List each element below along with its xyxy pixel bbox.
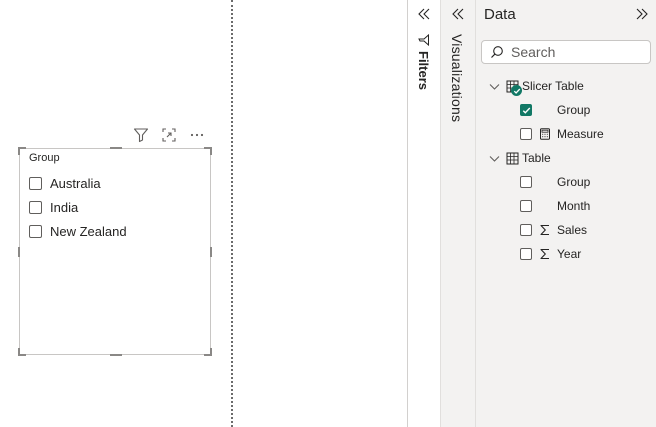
search-icon — [491, 46, 503, 58]
field-checkbox[interactable] — [520, 176, 532, 188]
visualizations-pane-label[interactable]: Visualizations — [449, 34, 465, 122]
field-checkbox[interactable] — [520, 248, 532, 260]
slicer-title: Group — [29, 152, 60, 164]
calculator-icon — [538, 127, 552, 141]
double-chevron-left-icon[interactable] — [415, 6, 433, 22]
in-use-check-icon — [511, 85, 522, 96]
column-field-icon — [538, 175, 552, 189]
table-name: Table — [522, 151, 551, 165]
column-field-icon — [538, 103, 552, 117]
resize-handle-bottom-left[interactable] — [18, 348, 26, 356]
table-node-table[interactable]: Table — [476, 146, 656, 170]
report-canvas[interactable]: Group Australia India New Zealand — [0, 0, 408, 427]
resize-handle-top-right[interactable] — [204, 147, 212, 155]
table-name: Slicer Table — [522, 79, 584, 93]
data-field-tree: Slicer Table Group Measure Table Group M… — [476, 74, 656, 266]
sigma-icon — [538, 247, 552, 261]
field-row-month[interactable]: Month — [476, 194, 656, 218]
resize-handle-top-left[interactable] — [18, 147, 26, 155]
field-row-measure[interactable]: Measure — [476, 122, 656, 146]
slicer-item-list: Australia India New Zealand — [29, 171, 127, 243]
more-options-icon[interactable] — [188, 126, 206, 144]
table-icon — [505, 151, 519, 165]
chevron-down-icon[interactable] — [488, 152, 500, 164]
filters-pane-label[interactable]: Filters — [416, 34, 431, 90]
filter-icon[interactable] — [132, 126, 150, 144]
field-row-year[interactable]: Year — [476, 242, 656, 266]
field-name: Year — [557, 247, 582, 261]
table-icon — [505, 79, 522, 96]
slicer-item[interactable]: New Zealand — [29, 219, 127, 243]
field-row-sales[interactable]: Sales — [476, 218, 656, 242]
focus-mode-icon[interactable] — [160, 126, 178, 144]
field-name: Group — [557, 103, 591, 117]
slicer-item[interactable]: Australia — [29, 171, 127, 195]
resize-handle-bottom-right[interactable] — [204, 348, 212, 356]
field-checkbox[interactable] — [520, 224, 532, 236]
field-row-group[interactable]: Group — [476, 170, 656, 194]
chevron-down-icon[interactable] — [488, 80, 500, 92]
slicer-item-checkbox[interactable] — [29, 224, 42, 238]
page-boundary-line — [231, 0, 233, 427]
visual-header — [132, 126, 212, 144]
data-pane: Data Slicer Table Group — [476, 0, 656, 427]
slicer-item-label: India — [50, 199, 79, 215]
filter-icon — [417, 34, 429, 46]
resize-handle-top[interactable] — [110, 147, 122, 149]
field-checkbox[interactable] — [520, 200, 532, 212]
field-checkbox[interactable] — [520, 128, 532, 140]
table-node-slicer-table[interactable]: Slicer Table — [476, 74, 656, 98]
slicer-visual[interactable]: Group Australia India New Zealand — [18, 147, 212, 356]
data-pane-title: Data — [484, 6, 516, 23]
double-chevron-right-icon[interactable] — [634, 6, 650, 22]
slicer-item-checkbox[interactable] — [29, 176, 42, 190]
field-name: Group — [557, 175, 591, 189]
field-checkbox[interactable] — [520, 104, 532, 116]
resize-handle-bottom[interactable] — [110, 354, 122, 356]
resize-handle-right[interactable] — [210, 247, 212, 257]
search-input[interactable] — [511, 44, 641, 60]
filters-label-text: Filters — [416, 51, 431, 91]
field-name: Month — [557, 199, 591, 213]
field-row-slicer-group[interactable]: Group — [476, 98, 656, 122]
sigma-icon — [538, 223, 552, 237]
slicer-item-checkbox[interactable] — [29, 200, 42, 214]
field-name: Sales — [557, 223, 588, 237]
search-box[interactable] — [481, 40, 651, 64]
slicer-item-label: New Zealand — [50, 223, 127, 239]
double-chevron-left-icon[interactable] — [449, 6, 467, 22]
resize-handle-left[interactable] — [18, 247, 20, 257]
column-field-icon — [538, 199, 552, 213]
slicer-item[interactable]: India — [29, 195, 127, 219]
slicer-item-label: Australia — [50, 175, 101, 191]
field-name: Measure — [557, 127, 604, 141]
